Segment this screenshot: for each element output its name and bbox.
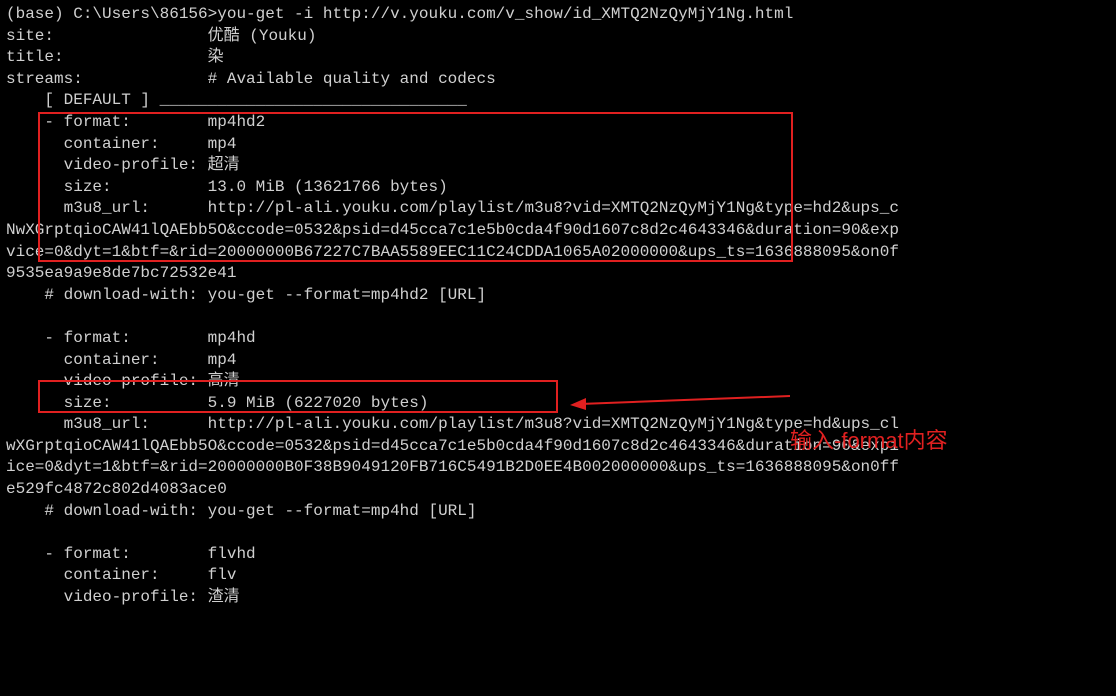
stream3-container: container: flv (6, 565, 1116, 587)
stream2-size: size: 5.9 MiB (6227020 bytes) (6, 393, 1116, 415)
stream1-m3u8-l3: vice=0&dyt=1&btf=&rid=20000000B67227C7BA… (6, 242, 1116, 264)
stream1-format: - format: mp4hd2 (6, 112, 1116, 134)
m3u8-url-part1: http://pl-ali.youku.com/playlist/m3u8?vi… (208, 199, 899, 217)
format-value: mp4hd (208, 329, 256, 347)
title-line: title: 染 (6, 47, 1116, 69)
m3u8-label: m3u8_url: (6, 415, 208, 433)
size-label: size: (6, 394, 208, 412)
size-value: 5.9 MiB (6227020 bytes) (208, 394, 429, 412)
stream2-m3u8-l4: e529fc4872c802d4083ace0 (6, 479, 1116, 501)
container-value: mp4 (208, 351, 237, 369)
container-value: flv (208, 566, 237, 584)
m3u8-url-part1: http://pl-ali.youku.com/playlist/m3u8?vi… (208, 415, 899, 433)
site-line: site: 优酷 (Youku) (6, 26, 1116, 48)
profile-label: video-profile: (6, 156, 208, 174)
stream2-download-with: # download-with: you-get --format=mp4hd … (6, 501, 1116, 523)
profile-value: 高清 (208, 372, 240, 390)
blank-line-1 (6, 306, 1116, 328)
format-label: - format: (6, 545, 208, 563)
default-marker: [ DEFAULT ] ____________________________… (6, 90, 1116, 112)
profile-label: video-profile: (6, 588, 208, 606)
container-label: container: (6, 351, 208, 369)
format-value: mp4hd2 (208, 113, 266, 131)
format-label: - format: (6, 329, 208, 347)
size-label: size: (6, 178, 208, 196)
container-label: container: (6, 566, 208, 584)
profile-value: 超清 (208, 156, 240, 174)
command-prompt-line: (base) C:\Users\86156>you-get -i http://… (6, 4, 1116, 26)
format-label: - format: (6, 113, 208, 131)
m3u8-label: m3u8_url: (6, 199, 208, 217)
stream3-format: - format: flvhd (6, 544, 1116, 566)
site-value: 优酷 (Youku) (208, 27, 317, 45)
stream2-format: - format: mp4hd (6, 328, 1116, 350)
streams-value: # Available quality and codecs (208, 70, 496, 88)
stream1-size: size: 13.0 MiB (13621766 bytes) (6, 177, 1116, 199)
profile-label: video-profile: (6, 372, 208, 390)
stream2-profile: video-profile: 高清 (6, 371, 1116, 393)
stream2-m3u8: m3u8_url: http://pl-ali.youku.com/playli… (6, 414, 1116, 436)
stream2-m3u8-l2: wXGrptqioCAW41lQAEbb5O&ccode=0532&psid=d… (6, 436, 1116, 458)
format-value: flvhd (208, 545, 256, 563)
stream2-m3u8-l3: ice=0&dyt=1&btf=&rid=20000000B0F38B90491… (6, 457, 1116, 479)
profile-value: 渣清 (208, 588, 240, 606)
stream1-m3u8: m3u8_url: http://pl-ali.youku.com/playli… (6, 198, 1116, 220)
stream1-download-with: # download-with: you-get --format=mp4hd2… (6, 285, 1116, 307)
size-value: 13.0 MiB (13621766 bytes) (208, 178, 448, 196)
site-label: site: (6, 27, 54, 45)
stream1-profile: video-profile: 超清 (6, 155, 1116, 177)
blank-line-2 (6, 522, 1116, 544)
stream1-container: container: mp4 (6, 134, 1116, 156)
title-value: 染 (208, 48, 224, 66)
container-value: mp4 (208, 135, 237, 153)
stream2-container: container: mp4 (6, 350, 1116, 372)
stream3-profile: video-profile: 渣清 (6, 587, 1116, 609)
title-label: title: (6, 48, 64, 66)
stream1-m3u8-l4: 9535ea9a9e8de7bc72532e41 (6, 263, 1116, 285)
streams-label: streams: (6, 70, 83, 88)
streams-line: streams: # Available quality and codecs (6, 69, 1116, 91)
stream1-m3u8-l2: NwXGrptqioCAW41lQAEbb5O&ccode=0532&psid=… (6, 220, 1116, 242)
container-label: container: (6, 135, 208, 153)
